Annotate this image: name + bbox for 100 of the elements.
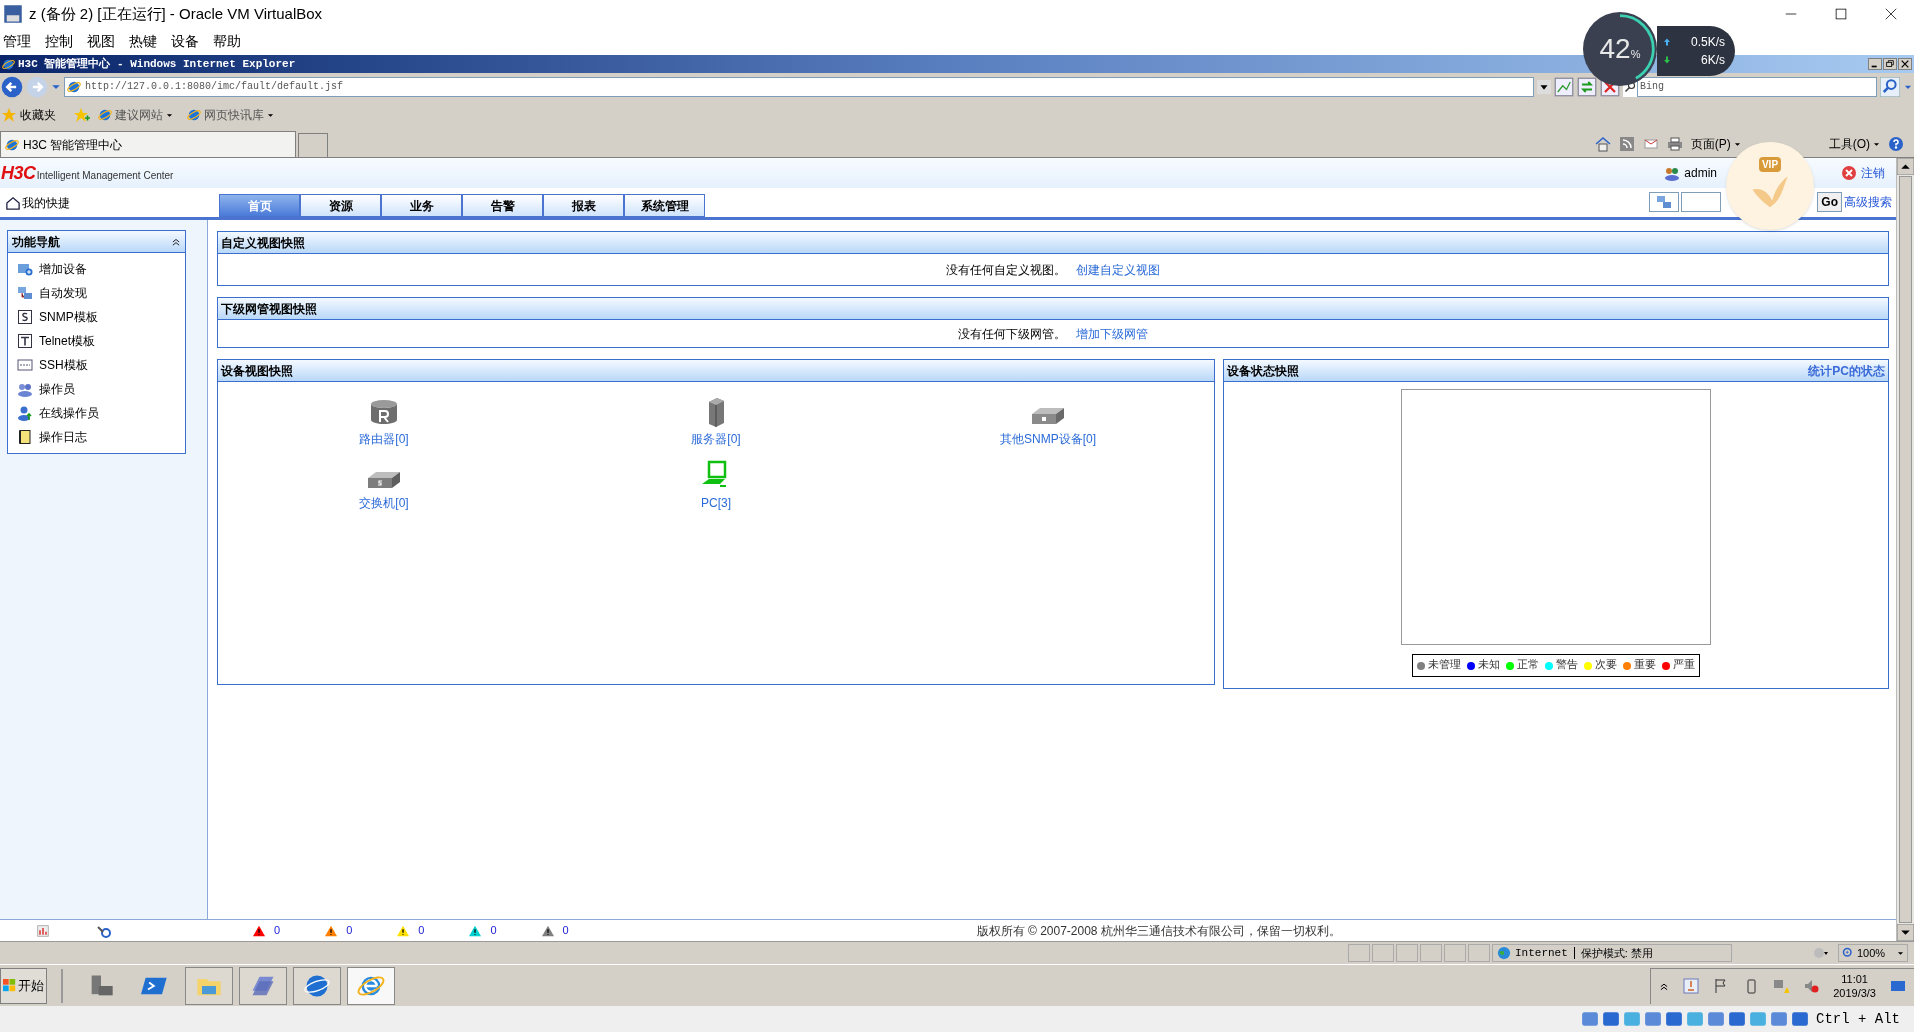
printer-icon xyxy=(1666,136,1683,152)
panel-title: 设备视图快照 xyxy=(221,362,293,380)
browser-title: H3C 智能管理中心 - Windows Internet Explorer xyxy=(18,56,296,72)
caret-icon xyxy=(166,111,173,119)
nav-item[interactable]: 增加设备 xyxy=(8,257,185,281)
legend-label: 未知 xyxy=(1478,657,1500,674)
browser-e-icon xyxy=(67,79,81,94)
menu-item[interactable]: 视图 xyxy=(87,31,115,52)
users-icon xyxy=(1664,165,1681,181)
nav-tab[interactable]: 告警 xyxy=(462,194,543,217)
browser-e-icon xyxy=(98,108,112,122)
menu-item[interactable]: 设备 xyxy=(171,31,199,52)
close-icon[interactable] xyxy=(1898,58,1912,70)
java-icon xyxy=(1683,978,1700,994)
command-menu[interactable]: 工具(O) xyxy=(1828,135,1880,153)
device-link[interactable]: 交换机[0] xyxy=(359,494,409,512)
alarm-count[interactable]: 0 xyxy=(418,922,425,939)
empty-message: 没有任何下级网管。 xyxy=(958,325,1066,343)
star-icon xyxy=(1,107,17,123)
feed-icon xyxy=(1618,136,1635,152)
browser-e-icon xyxy=(187,108,201,122)
minimize-icon[interactable] xyxy=(1868,58,1882,70)
empty-message: 没有任何自定义视图。 xyxy=(946,261,1066,279)
refresh-icon xyxy=(1577,76,1597,97)
alarm-count[interactable]: 0 xyxy=(490,922,497,939)
go-button[interactable]: Go xyxy=(1817,191,1842,212)
nav-tab[interactable]: 业务 xyxy=(381,194,462,217)
status-pane xyxy=(1396,944,1418,962)
template-s-icon xyxy=(17,309,33,325)
device-link[interactable]: 其他SNMP设备[0] xyxy=(1000,430,1096,448)
caret-icon xyxy=(1733,140,1741,148)
chevron-up-icon xyxy=(1659,981,1670,991)
new-tab-button[interactable] xyxy=(298,133,328,157)
copyright: 版权所有 © 2007-2008 杭州华三通信技术有限公司，保留一切权利。 xyxy=(976,922,1341,940)
status-pane xyxy=(1444,944,1466,962)
logout-link[interactable]: 注销 xyxy=(1861,164,1885,182)
nav-item[interactable]: SSH模板 xyxy=(8,353,185,377)
alarm-count[interactable]: 0 xyxy=(274,922,281,939)
browser-tab[interactable]: H3C 智能管理中心 xyxy=(0,131,296,157)
nav-item[interactable]: Telnet模板 xyxy=(8,329,185,353)
usage-percent: 42 xyxy=(1599,32,1631,66)
template-ssh-icon xyxy=(17,357,33,373)
legend-label: 严重 xyxy=(1673,657,1695,674)
favorites-link[interactable]: 网页快讯库 xyxy=(187,106,274,124)
caret-icon xyxy=(1873,140,1880,148)
alarm-count[interactable]: 0 xyxy=(346,922,353,939)
favorites-button[interactable]: 收藏夹 xyxy=(20,106,56,124)
nav-item[interactable]: 操作员 xyxy=(8,377,185,401)
status-pane xyxy=(1468,944,1490,962)
panel-title: 下级网管视图快照 xyxy=(221,300,317,318)
user-online-icon xyxy=(17,405,33,421)
status-pane xyxy=(1372,944,1394,962)
legend-label: 重要 xyxy=(1634,657,1656,674)
globe-icon xyxy=(1497,946,1511,960)
scrollbar[interactable] xyxy=(1896,158,1914,941)
search-field[interactable]: Bing xyxy=(1637,76,1877,97)
nav-item[interactable]: SNMP模板 xyxy=(8,305,185,329)
menu-item[interactable]: 控制 xyxy=(45,31,73,52)
add-nms-link[interactable]: 增加下级网管 xyxy=(1076,324,1148,343)
favorites-link[interactable]: 建议网站 xyxy=(98,106,173,124)
legend-label: 正常 xyxy=(1517,657,1539,674)
search-field[interactable] xyxy=(1681,191,1722,212)
address-field[interactable]: http://127.0.0.1:8080/imc/fault/default.jsf xyxy=(64,76,1534,97)
home-icon xyxy=(6,195,20,210)
download-speed: 6K/s xyxy=(1701,52,1725,69)
upload-speed: 0.5K/s xyxy=(1690,34,1725,51)
speed-widget[interactable]: 0.5K/s 6K/s xyxy=(1657,26,1735,76)
collapse-icon xyxy=(171,236,181,247)
pc-status-link[interactable]: 统计PC的状态 xyxy=(1808,361,1885,380)
search-type-dropdown[interactable] xyxy=(1649,191,1680,212)
restore-icon[interactable] xyxy=(1883,58,1897,70)
nav-item[interactable]: 自动发现 xyxy=(8,281,185,305)
browser-e-icon xyxy=(2,57,15,71)
arrow-down-icon xyxy=(1663,56,1671,64)
menu-item[interactable]: 热键 xyxy=(129,31,157,52)
logo-subtitle: Intelligent Management Center xyxy=(36,168,174,183)
nav-item[interactable]: 操作日志 xyxy=(8,425,185,449)
device-link[interactable]: 服务器[0] xyxy=(691,430,741,448)
nav-item[interactable]: 在线操作员 xyxy=(8,401,185,425)
advanced-search-link[interactable]: 高级搜索 xyxy=(1844,192,1892,211)
dropdown-icon xyxy=(1537,78,1551,95)
legend-label: 未管理 xyxy=(1428,657,1461,674)
menu-item[interactable]: 帮助 xyxy=(213,31,241,52)
zoom-control[interactable]: 100% xyxy=(1838,944,1908,962)
nav-tab[interactable]: 报表 xyxy=(543,194,624,217)
nav-tab[interactable]: 系统管理 xyxy=(624,194,705,217)
windows-logo-icon xyxy=(3,979,16,992)
app-icon xyxy=(3,4,23,24)
panel-title: 自定义视图快照 xyxy=(221,234,305,252)
home-icon xyxy=(1594,136,1611,152)
start-button[interactable]: 开始 xyxy=(0,967,47,1004)
back-icon xyxy=(1,75,23,98)
create-view-link[interactable]: 创建自定义视图 xyxy=(1076,260,1160,279)
nav-tab[interactable]: 资源 xyxy=(300,194,381,217)
device-link[interactable]: PC[3] xyxy=(701,494,731,512)
close-icon xyxy=(1885,8,1897,20)
device-link[interactable]: 路由器[0] xyxy=(359,430,409,448)
menu-item[interactable]: 管理 xyxy=(3,31,31,52)
alarm-count[interactable]: 0 xyxy=(562,922,569,939)
shortcuts-link[interactable]: 我的快捷 xyxy=(22,193,70,212)
